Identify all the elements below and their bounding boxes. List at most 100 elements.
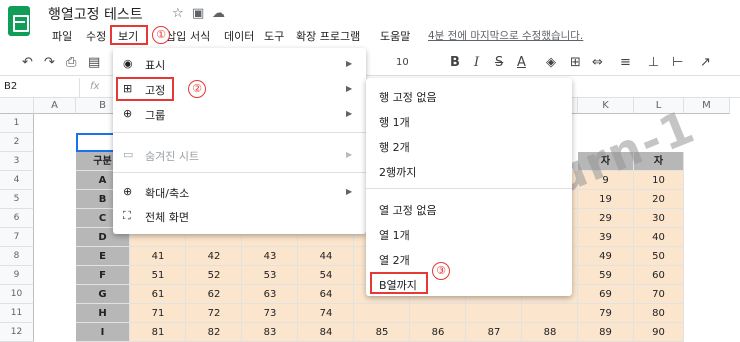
menu-help[interactable]: 도움말 [380, 28, 410, 44]
move-folder-icon[interactable]: ▣ [192, 6, 204, 21]
freeze-no-columns[interactable]: 열 고정 없음 [379, 202, 437, 218]
column-header[interactable]: A [34, 98, 76, 114]
sheets-logo-icon[interactable] [8, 6, 30, 36]
text-rotate-icon[interactable]: ↗ [700, 55, 711, 70]
bold-icon[interactable]: B [450, 55, 460, 70]
row-header[interactable]: 1 [0, 114, 34, 133]
freeze-no-rows[interactable]: 행 고정 없음 [379, 89, 437, 105]
row-header[interactable]: 10 [0, 285, 34, 304]
column-header[interactable]: M [684, 98, 730, 114]
freeze-1-column[interactable]: 열 1개 [379, 227, 410, 243]
data-cell[interactable]: 89 [578, 323, 634, 342]
font-size-value[interactable]: 10 [396, 57, 409, 68]
data-cell[interactable]: 60 [634, 266, 684, 285]
data-value[interactable]: 54 [298, 266, 354, 285]
data-value[interactable]: 63 [242, 285, 298, 304]
data-value[interactable]: 86 [410, 323, 466, 342]
data-value[interactable]: 52 [186, 266, 242, 285]
star-icon[interactable]: ☆ [172, 6, 184, 21]
data-value[interactable]: 72 [186, 304, 242, 323]
view-menu-zoom[interactable]: 확대/축소 [145, 185, 189, 201]
freeze-2-columns[interactable]: 열 2개 [379, 252, 410, 268]
data-cell[interactable]: 49 [578, 247, 634, 266]
row-header[interactable]: 2 [0, 133, 34, 152]
data-cell[interactable]: 29 [578, 209, 634, 228]
data-cell[interactable]: 10 [634, 171, 684, 190]
data-cell[interactable]: 30 [634, 209, 684, 228]
last-edit-link[interactable]: 4분 전에 마지막으로 수정했습니다. [428, 28, 583, 43]
data-cell[interactable]: 20 [634, 190, 684, 209]
row-header[interactable]: 3 [0, 152, 34, 171]
menu-extensions[interactable]: 확장 프로그램 [296, 28, 360, 44]
data-value[interactable]: 73 [242, 304, 298, 323]
row-header[interactable]: 6 [0, 209, 34, 228]
strikethrough-icon[interactable]: S [495, 55, 503, 70]
data-value[interactable]: 62 [186, 285, 242, 304]
data-cell[interactable]: 79 [578, 304, 634, 323]
menu-file[interactable]: 파일 [52, 28, 72, 44]
data-value[interactable]: 53 [242, 266, 298, 285]
data-cell[interactable]: 50 [634, 247, 684, 266]
redo-icon[interactable]: ↷ [44, 55, 55, 70]
data-cell[interactable] [354, 304, 410, 323]
freeze-2-rows[interactable]: 행 2개 [379, 139, 410, 155]
column-header[interactable]: K [578, 98, 634, 114]
data-value[interactable]: 85 [354, 323, 410, 342]
data-value[interactable]: 88 [522, 323, 578, 342]
data-cell[interactable]: 69 [578, 285, 634, 304]
data-cell[interactable] [410, 304, 466, 323]
row-header[interactable]: 11 [0, 304, 34, 323]
text-color-icon[interactable]: A [517, 55, 526, 70]
data-value[interactable]: 83 [242, 323, 298, 342]
data-cell[interactable]: 80 [634, 304, 684, 323]
merge-cells-icon[interactable]: ⇔ [592, 55, 603, 70]
data-cell[interactable]: 40 [634, 228, 684, 247]
row-header[interactable]: 9 [0, 266, 34, 285]
data-value[interactable]: 61 [130, 285, 186, 304]
align-icon[interactable]: ≡ [620, 55, 631, 70]
data-cell[interactable] [466, 304, 522, 323]
freeze-up-to-row-2[interactable]: 2행까지 [379, 164, 416, 180]
row-header[interactable]: 4 [0, 171, 34, 190]
data-cell[interactable]: 70 [634, 285, 684, 304]
italic-icon[interactable]: I [474, 55, 479, 70]
row-header[interactable]: 12 [0, 323, 34, 342]
data-value[interactable]: 84 [298, 323, 354, 342]
view-menu-fullscreen[interactable]: 전체 화면 [145, 209, 189, 225]
menu-data[interactable]: 데이터 [224, 28, 254, 44]
data-value[interactable]: 71 [130, 304, 186, 323]
undo-icon[interactable]: ↶ [22, 55, 33, 70]
fill-color-icon[interactable]: ◈ [546, 55, 556, 70]
data-cell[interactable] [522, 304, 578, 323]
print-icon[interactable]: ⎙ [66, 55, 76, 70]
view-menu-group[interactable]: 그룹 [145, 107, 165, 123]
data-value[interactable]: 43 [242, 247, 298, 266]
data-cell[interactable]: 90 [634, 323, 684, 342]
menu-tools[interactable]: 도구 [264, 28, 284, 44]
data-cell[interactable]: 59 [578, 266, 634, 285]
data-value[interactable]: 41 [130, 247, 186, 266]
data-value[interactable]: 51 [130, 266, 186, 285]
menu-format[interactable]: 서식 [190, 28, 210, 44]
name-box[interactable]: B2 [0, 78, 80, 98]
view-menu-show[interactable]: 표시 [145, 57, 165, 73]
data-value[interactable]: 74 [298, 304, 354, 323]
data-value[interactable]: 64 [298, 285, 354, 304]
document-title[interactable]: 행열고정 테스트 [48, 4, 143, 24]
borders-icon[interactable]: ⊞ [570, 55, 581, 70]
data-value[interactable]: 87 [466, 323, 522, 342]
select-all-corner[interactable] [0, 98, 34, 114]
cloud-icon[interactable]: ☁ [212, 6, 225, 21]
freeze-1-row[interactable]: 행 1개 [379, 114, 410, 130]
data-value[interactable]: 42 [186, 247, 242, 266]
row-header[interactable]: 8 [0, 247, 34, 266]
paint-format-icon[interactable]: ▤ [88, 55, 100, 70]
data-value[interactable]: 44 [298, 247, 354, 266]
data-value[interactable]: 81 [130, 323, 186, 342]
menu-edit[interactable]: 수정 [86, 28, 106, 44]
data-cell[interactable]: 39 [578, 228, 634, 247]
valign-icon[interactable]: ⊥ [648, 55, 659, 70]
row-header[interactable]: 5 [0, 190, 34, 209]
row-header[interactable]: 7 [0, 228, 34, 247]
text-wrap-icon[interactable]: ⊢ [672, 55, 683, 70]
